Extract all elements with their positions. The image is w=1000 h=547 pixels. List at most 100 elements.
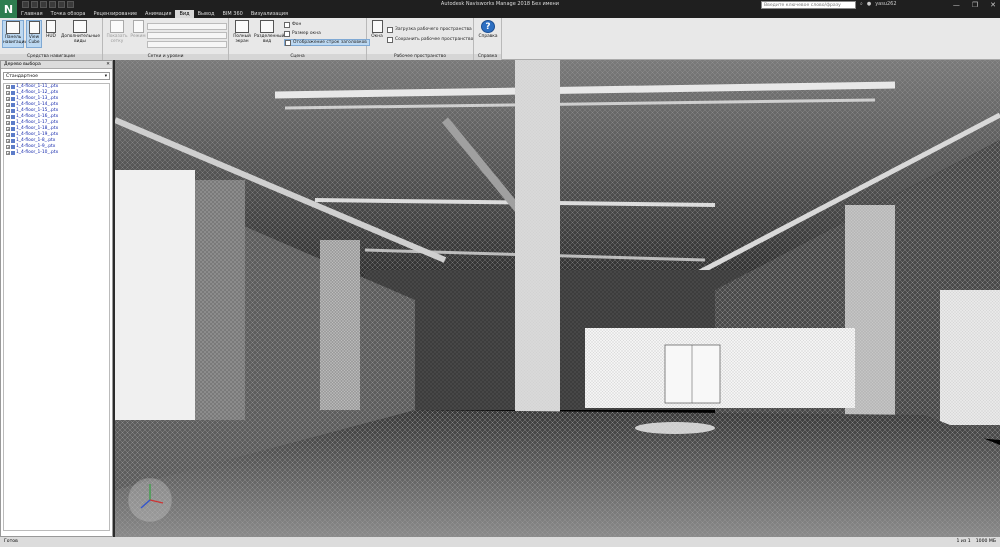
user-icon[interactable]: ● [867, 1, 871, 7]
cube-icon [28, 21, 40, 34]
point-cloud-file-icon [11, 85, 15, 89]
status-text: Готов [4, 539, 18, 544]
background-button[interactable]: Фон [284, 21, 301, 28]
close-panel-icon[interactable]: ✕ [106, 61, 110, 69]
save-icon[interactable] [31, 1, 38, 8]
point-cloud-file-icon [11, 145, 15, 149]
show-headers-button[interactable]: Отображение строк заголовков [284, 39, 370, 46]
point-cloud-file-icon [11, 133, 15, 137]
tab-view[interactable]: Вид [175, 10, 194, 18]
hud-icon [46, 20, 56, 33]
show-grid-button[interactable]: Показать сетку [106, 20, 128, 48]
selection-tree-title: Дерево выбора [4, 62, 41, 67]
3d-viewport[interactable] [115, 60, 1000, 537]
minimize-button[interactable]: — [953, 0, 960, 10]
extra-views-button[interactable]: Дополнительные виды [61, 20, 100, 48]
panel-workspace: Окна Загрузка рабочего пространства Сохр… [367, 18, 474, 60]
expand-icon[interactable]: + [6, 139, 10, 143]
point-cloud-file-icon [11, 109, 15, 113]
fullscreen-button[interactable]: Полный экран [231, 20, 253, 48]
open-icon[interactable] [22, 1, 29, 8]
expand-icon[interactable]: + [6, 121, 10, 125]
panel-help: ? Справка Справка [474, 18, 502, 60]
expand-icon[interactable]: + [6, 145, 10, 149]
navbar-icon [6, 21, 20, 34]
undo-icon[interactable] [40, 1, 47, 8]
tab-review[interactable]: Рецензирование [89, 10, 141, 18]
expand-icon[interactable]: + [6, 85, 10, 89]
title-bar: Autodesk Navisworks Manage 2018 Без имен… [0, 0, 1000, 10]
nav-bar-button[interactable]: Панель навигации [2, 20, 27, 48]
window-size-icon [284, 30, 290, 37]
load-workspace-button[interactable]: Загрузка рабочего пространства [387, 26, 472, 33]
viewcube-button[interactable]: View Cube [26, 20, 42, 48]
user-name[interactable]: yasu262 [875, 1, 896, 7]
grid-mode-icon [132, 20, 144, 33]
expand-icon[interactable]: + [6, 97, 10, 101]
grid-combo-2[interactable] [147, 32, 227, 39]
ribbon-tabs: Главная Точка обзора Рецензирование Аним… [17, 10, 1000, 18]
page-indicator: 1 из 1 [956, 539, 971, 544]
refresh-icon[interactable] [67, 1, 74, 8]
windows-button[interactable]: Окна [369, 20, 385, 48]
help-button[interactable]: ? Справка [477, 20, 499, 48]
tab-bim360[interactable]: BIM 360 [218, 10, 246, 18]
tab-render[interactable]: Визуализация [247, 10, 292, 18]
app-menu-button[interactable]: N [0, 0, 17, 19]
selection-tree: +1_4-floor_1-11_.ptx +1_4-floor_1-12_.ptx… [3, 83, 110, 531]
tree-item[interactable]: +1_4-floor_1-10_.ptx [4, 150, 109, 156]
hud-button[interactable]: HUD [44, 20, 58, 48]
point-cloud-file-icon [11, 115, 15, 119]
point-cloud-file-icon [11, 97, 15, 101]
close-button[interactable]: ✕ [990, 0, 996, 10]
point-cloud-file-icon [11, 139, 15, 143]
split-icon [260, 20, 274, 33]
print-icon[interactable] [58, 1, 65, 8]
tab-viewpoint[interactable]: Точка обзора [47, 10, 90, 18]
selection-tree-panel: Дерево выбора ✕ Стандартное ▾ +1_4-floor… [0, 60, 113, 537]
panel-grids: Показать сетку Режим Сетки и уровни [103, 18, 229, 60]
windows-icon [371, 20, 383, 33]
redo-icon[interactable] [49, 1, 56, 8]
point-cloud-file-icon [11, 151, 15, 155]
point-cloud-file-icon [11, 91, 15, 95]
search-icon[interactable]: ⌕ [860, 1, 863, 7]
split-view-button[interactable]: Разделенный вид [254, 20, 284, 48]
headers-icon [285, 39, 291, 46]
fullscreen-icon [235, 20, 249, 33]
window-size-button[interactable]: Размер окна [284, 30, 321, 37]
ribbon: Панель навигации View Cube HUD Дополните… [0, 18, 1000, 60]
point-cloud-file-icon [11, 103, 15, 107]
save-workspace-button[interactable]: Сохранить рабочее пространство [387, 36, 473, 43]
memory-indicator: 1000 МБ [975, 539, 996, 544]
maximize-button[interactable]: ❐ [972, 0, 978, 10]
tab-output[interactable]: Вывод [194, 10, 219, 18]
tab-home[interactable]: Главная [17, 10, 47, 18]
tree-item-label: 1_4-floor_1-10_.ptx [16, 150, 59, 155]
point-cloud-file-icon [11, 127, 15, 131]
views-icon [73, 20, 87, 33]
expand-icon[interactable]: + [6, 133, 10, 137]
point-cloud-file-icon [11, 121, 15, 125]
tree-mode-select[interactable]: Стандартное ▾ [3, 72, 110, 80]
point-cloud-scene [115, 60, 1000, 537]
status-bar: Готов 1 из 1 1000 МБ [0, 537, 1000, 547]
expand-icon[interactable]: + [6, 115, 10, 119]
panel-scene: Полный экран Разделенный вид Фон Размер … [229, 18, 370, 60]
grid-combo-3[interactable] [147, 41, 227, 48]
expand-icon[interactable]: + [6, 103, 10, 107]
help-icon: ? [481, 20, 495, 33]
background-icon [284, 21, 290, 28]
search-input[interactable]: Введите ключевое слово/фразу [761, 1, 856, 9]
expand-icon[interactable]: + [6, 151, 10, 155]
chevron-down-icon: ▾ [104, 74, 107, 79]
expand-icon[interactable]: + [6, 91, 10, 95]
quick-access-toolbar [22, 1, 74, 9]
panel-navigation: Панель навигации View Cube HUD Дополните… [0, 18, 103, 60]
expand-icon[interactable]: + [6, 127, 10, 131]
tab-animation[interactable]: Анимация [141, 10, 175, 18]
expand-icon[interactable]: + [6, 109, 10, 113]
grid-mode-button[interactable]: Режим [129, 20, 147, 48]
load-icon [387, 26, 393, 33]
grid-combo-1[interactable] [147, 23, 227, 30]
